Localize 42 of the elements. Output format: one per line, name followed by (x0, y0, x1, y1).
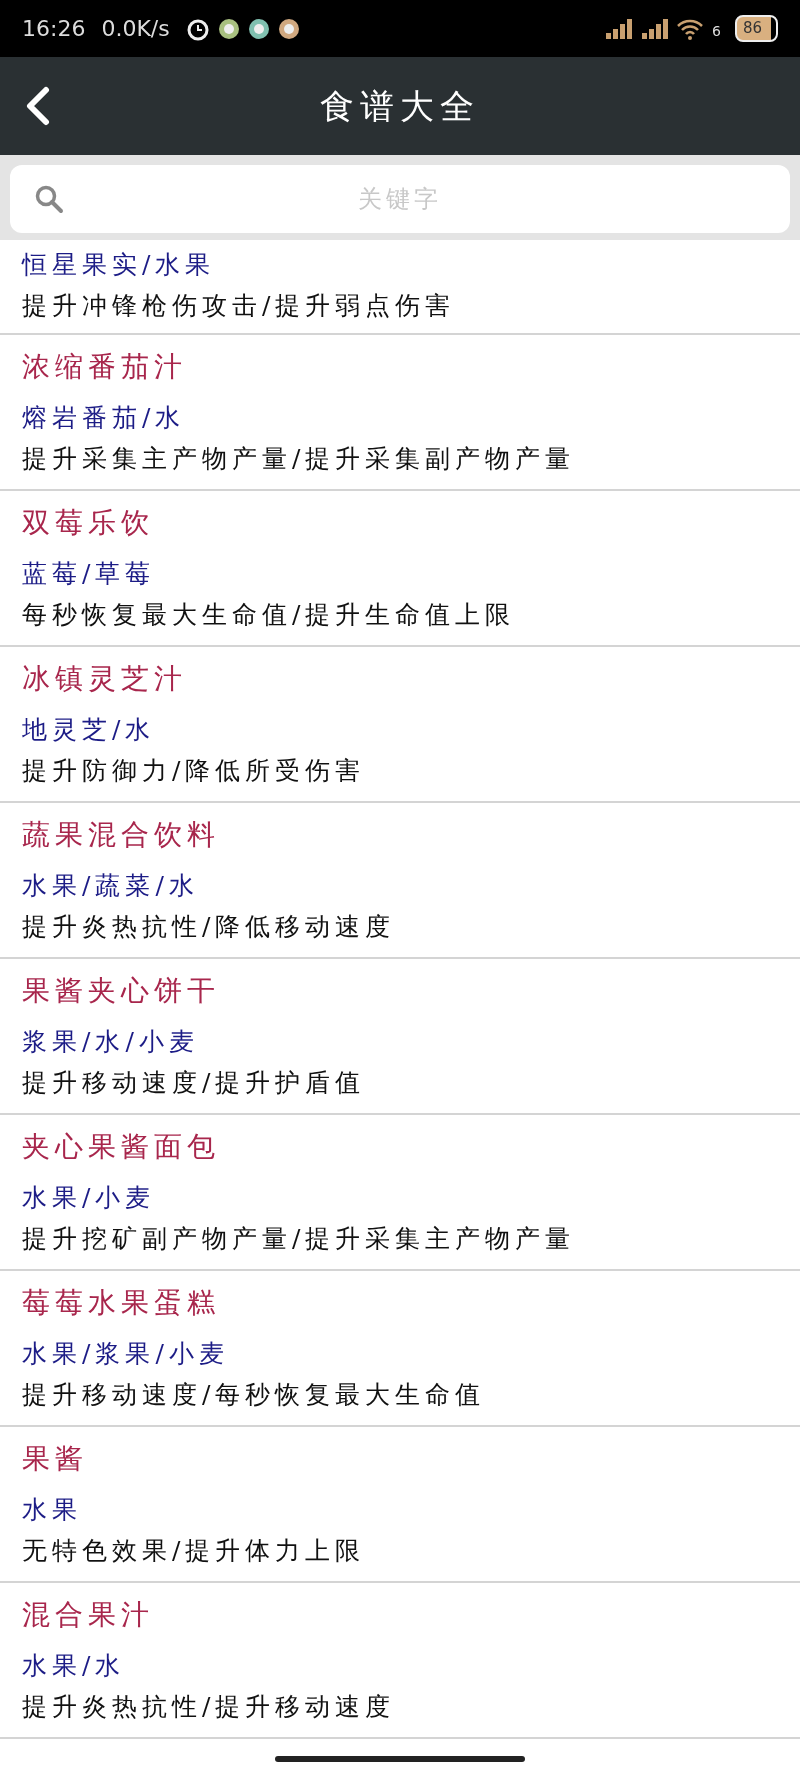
effect-text: 提升采集主产物产量/提升采集副产物产量 (22, 446, 577, 471)
battery-indicator: 86 (734, 15, 778, 42)
effect-text: 提升防御力/降低所受伤害 (22, 758, 367, 783)
ingredients-text: 水果/蔬菜/水 (22, 873, 200, 898)
notification-icon (277, 17, 300, 40)
recipe-name[interactable]: 浓缩番茄汁 (22, 353, 778, 381)
recipe-name[interactable]: 果酱 (22, 1445, 778, 1473)
ingredients-text: 地灵芝/水 (22, 717, 157, 742)
wifi-icon (676, 17, 704, 40)
network-speed: 0.0K/s (101, 15, 170, 43)
ingredients-text: 水果/浆果/小麦 (22, 1341, 230, 1366)
notification-icon (247, 17, 270, 40)
back-icon (24, 86, 52, 126)
ingredients-text: 浆果/水/小麦 (22, 1029, 200, 1054)
recipe-name[interactable]: 混合果汁 (22, 1601, 778, 1629)
effect-text: 无特色效果/提升体力上限 (22, 1538, 367, 1563)
ingredients-text: 水果/小麦 (22, 1185, 157, 1210)
ingredients-text: 蓝莓/草莓 (22, 561, 157, 586)
ingredients-text: 水果/水 (22, 1653, 127, 1678)
effect-text: 每秒恢复最大生命值/提升生命值上限 (22, 602, 517, 627)
recipe-name[interactable]: 莓莓水果蛋糕 (22, 1289, 778, 1317)
ingredients-text: 恒星果实/水果 (22, 251, 217, 277)
effect-text: 提升冲锋枪伤攻击/提升弱点伤害 (22, 292, 457, 318)
ingredients-text: 熔岩番茄/水 (22, 405, 187, 430)
wifi-label: 6 (712, 21, 721, 41)
ingredients-text: 水果 (22, 1497, 83, 1522)
effect-text: 提升炎热抗性/降低移动速度 (22, 914, 397, 939)
search-icon (34, 184, 64, 214)
recipe-name[interactable]: 果酱夹心饼干 (22, 977, 778, 1005)
effect-text: 提升挖矿副产物产量/提升采集主产物产量 (22, 1226, 577, 1251)
recipe-name[interactable]: 夹心果酱面包 (22, 1133, 778, 1161)
status-time: 16:26 (22, 15, 86, 43)
effect-text: 提升炎热抗性/提升移动速度 (22, 1694, 397, 1719)
home-indicator[interactable] (275, 1755, 525, 1762)
effect-text: 提升移动速度/每秒恢复最大生命值 (22, 1382, 487, 1407)
effect-text: 提升移动速度/提升护盾值 (22, 1070, 367, 1095)
notification-icon (217, 17, 240, 40)
recipe-name[interactable]: 冰镇灵芝汁 (22, 665, 778, 693)
recipe-name[interactable]: 蔬果混合饮料 (22, 821, 778, 849)
page-title: 食谱大全 (320, 84, 480, 128)
recipe-name[interactable]: 双莓乐饮 (22, 509, 778, 537)
back-button[interactable] (24, 86, 52, 126)
